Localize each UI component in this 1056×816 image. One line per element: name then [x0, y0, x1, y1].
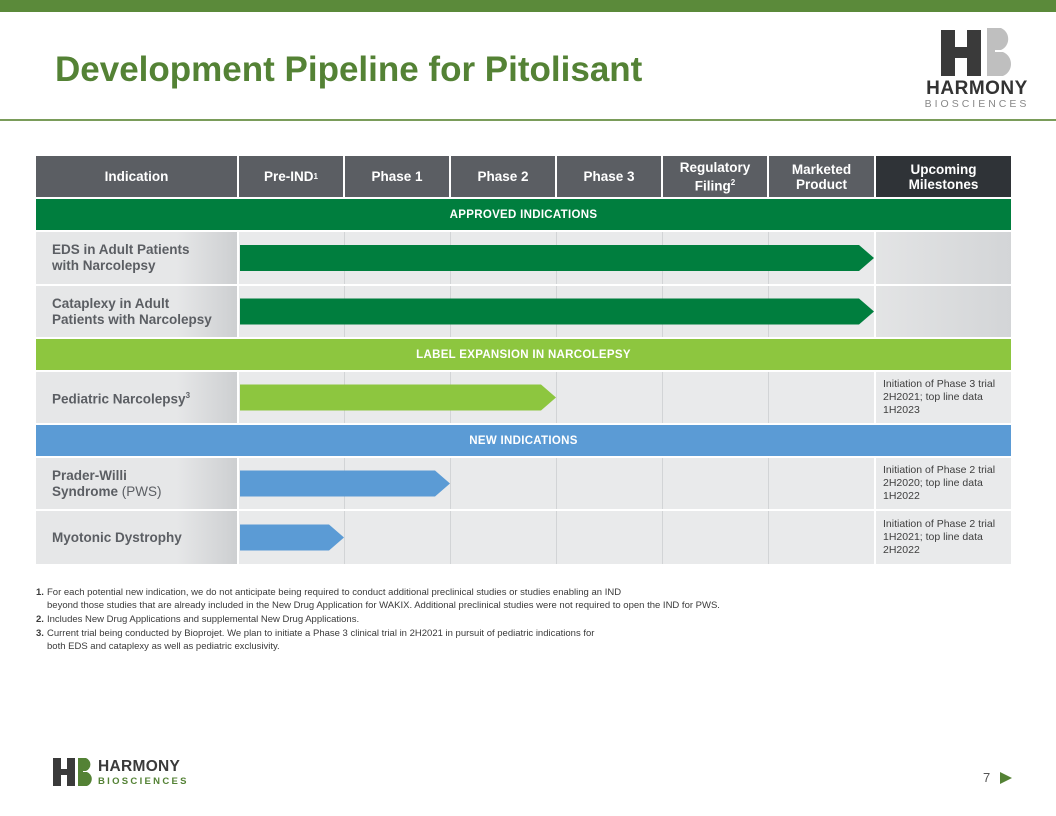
cataplexy-progress-arrow — [240, 298, 874, 325]
row-cataplexy-milestone — [876, 286, 1011, 337]
header-indication-label: Indication — [104, 169, 169, 184]
pediatric-progress-arrow — [240, 384, 556, 411]
header-marketed-line2: Product — [795, 176, 847, 192]
harmony-logo-footer: HARMONY BIOSCIENCES — [52, 757, 202, 789]
pediatric-arrow-shape — [240, 384, 556, 411]
header-phase3: Phase 3 — [557, 156, 661, 197]
eds-progress-arrow — [240, 245, 874, 271]
header-regulatory-filing: Regulatory Filing2 — [663, 156, 767, 197]
header-regulatory-line2: Filing — [694, 178, 731, 194]
header-regulatory-line1: Regulatory — [679, 159, 751, 175]
footer-logo-subtitle: BIOSCIENCES — [98, 776, 189, 787]
row-pws-line2-wrap: Syndrome (PWS) — [52, 484, 162, 500]
myotonic-arrow-shape — [240, 524, 344, 551]
row-pediatric-text: Pediatric Narcolepsy — [52, 391, 186, 407]
row-myotonic-text: Myotonic Dystrophy — [52, 529, 182, 545]
row-eds-label: EDS in Adult Patients with Narcolepsy — [36, 232, 237, 284]
pipeline-table: Indication Pre-IND 1 Phase 1 Phase 2 Phas… — [36, 156, 1011, 564]
row-pws-milestone: Initiation of Phase 2 trial 2H2020; top … — [876, 458, 1011, 509]
row-pediatric-milestone: Initiation of Phase 3 trial 2H2021; top … — [876, 372, 1011, 423]
row-eds-line1: EDS in Adult Patients — [52, 242, 190, 257]
header-marketed-line1: Marketed — [791, 161, 852, 177]
eds-arrow-shape — [240, 245, 874, 271]
row-pws-line2b: (PWS) — [118, 483, 162, 499]
page-title: Development Pipeline for Pitolisant — [55, 50, 643, 89]
hb-logo-mark-footer-icon — [53, 758, 92, 786]
top-accent-bar — [0, 0, 1056, 12]
section-new-indications: NEW INDICATIONS — [36, 425, 1011, 456]
header-preind-label: Pre-IND — [264, 169, 314, 184]
row-cataplexy: Cataplexy in Adult Patients with Narcolep… — [36, 286, 1011, 337]
footnote-2-num: 2. — [36, 614, 44, 625]
footnote-2: 2. Includes New Drug Applications and su… — [36, 613, 836, 626]
row-cataplexy-label: Cataplexy in Adult Patients with Narcolep… — [36, 286, 237, 337]
myotonic-progress-arrow — [240, 524, 344, 551]
header-upcoming-line1: Upcoming — [910, 161, 977, 177]
footnotes: 1. For each potential new indication, we… — [36, 586, 836, 654]
row-pws-label: Prader-Willi Syndrome (PWS) — [36, 458, 237, 509]
page-number: 7 — [983, 770, 991, 785]
header-preind: Pre-IND 1 — [239, 156, 343, 197]
header-upcoming-line2: Milestones — [908, 176, 979, 192]
triangle-right-icon[interactable] — [998, 771, 1013, 785]
row-cataplexy-line1: Cataplexy in Adult — [52, 295, 170, 311]
header-phase3-label: Phase 3 — [583, 169, 635, 184]
row-pediatric-label: Pediatric Narcolepsy3 — [36, 372, 237, 423]
section-approved-label: APPROVED INDICATIONS — [449, 208, 598, 221]
row-pediatric-sup: 3 — [185, 390, 191, 400]
cataplexy-arrow-shape — [240, 298, 874, 325]
row-eds: EDS in Adult Patients with Narcolepsy — [36, 232, 1011, 284]
section-label-expansion: LABEL EXPANSION IN NARCOLEPSY — [36, 339, 1011, 370]
header-phase2-label: Phase 2 — [477, 169, 529, 184]
header-upcoming-milestones: Upcoming Milestones — [876, 156, 1011, 197]
header-phase1-label: Phase 1 — [371, 169, 423, 184]
footnote-3-num: 3. — [36, 628, 44, 639]
header-marketed-product: Marketed Product — [769, 156, 874, 197]
row-eds-milestone — [876, 232, 1011, 284]
section-approved-indications: APPROVED INDICATIONS — [36, 199, 1011, 230]
title-divider — [0, 119, 1056, 121]
footnote-2-line1: Includes New Drug Applications and suppl… — [47, 614, 360, 625]
header-regulatory-sup: 2 — [730, 177, 736, 187]
footnote-1: 1. For each potential new indication, we… — [36, 586, 836, 612]
row-pws-line1: Prader-Willi — [52, 467, 127, 483]
footnote-1-line2: beyond those studies that are already in… — [47, 600, 720, 611]
header-preind-sup: 1 — [313, 172, 318, 181]
footnote-3-line2: both EDS and cataplexy as well as pediat… — [47, 641, 280, 652]
row-pediatric: Pediatric Narcolepsy3 Initiation of Phas… — [36, 372, 1011, 423]
section-new-label: NEW INDICATIONS — [469, 434, 578, 447]
row-myotonic-milestone: Initiation of Phase 2 trial 1H2021; top … — [876, 511, 1011, 564]
section-label-expansion-label: LABEL EXPANSION IN NARCOLEPSY — [416, 348, 631, 361]
footnote-3-line1: Current trial being conducted by Bioproj… — [47, 628, 595, 639]
row-pws-line2a: Syndrome — [52, 483, 119, 499]
row-myotonic-label: Myotonic Dystrophy — [36, 511, 237, 564]
footnote-1-num: 1. — [36, 587, 44, 598]
footnote-3: 3. Current trial being conducted by Biop… — [36, 627, 836, 653]
header-phase2: Phase 2 — [451, 156, 555, 197]
footer-logo-name: HARMONY — [98, 758, 181, 775]
row-cataplexy-line2: Patients with Narcolepsy — [52, 311, 212, 327]
header-regulatory-line2-wrap: Filing2 — [695, 175, 735, 194]
row-pws: Prader-Willi Syndrome (PWS) Initiation of… — [36, 458, 1011, 509]
row-eds-line2: with Narcolepsy — [52, 258, 156, 273]
row-myotonic: Myotonic Dystrophy Initiation of Phase 2… — [36, 511, 1011, 564]
pws-progress-arrow — [240, 470, 450, 497]
header-phase1: Phase 1 — [345, 156, 449, 197]
header-indication: Indication — [36, 156, 237, 197]
harmony-logo: HARMONY BIOSCIENCES — [922, 26, 1032, 110]
hb-logo-mark-icon — [941, 28, 1011, 76]
logo-name: HARMONY — [926, 78, 1028, 99]
footnote-1-line1: For each potential new indication, we do… — [47, 587, 622, 598]
pws-arrow-shape — [240, 470, 450, 497]
logo-subtitle: BIOSCIENCES — [924, 98, 1030, 110]
